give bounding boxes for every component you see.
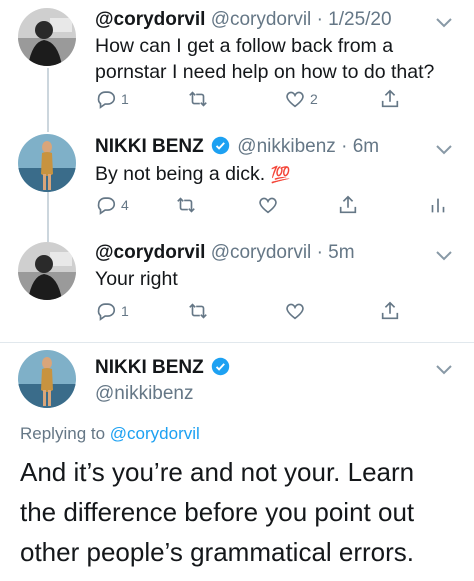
user-handle[interactable]: @nikkibenz — [237, 136, 336, 157]
tweet-text-line: the difference before you point out — [20, 497, 415, 527]
share-icon — [381, 89, 399, 108]
hundred-points-emoji: 💯 — [270, 167, 291, 184]
like-icon — [286, 303, 304, 320]
retweet-button[interactable] — [187, 299, 209, 323]
retweet-icon — [189, 91, 207, 107]
like-button[interactable] — [257, 193, 279, 217]
display-name[interactable]: @corydorvil — [95, 9, 205, 30]
chevron-down-icon[interactable] — [436, 18, 452, 28]
tweet-text-line: And it’s you’re and not your. Learn — [20, 457, 415, 487]
timestamp[interactable]: 5m — [328, 242, 354, 263]
user-handle[interactable]: @corydorvil — [211, 242, 312, 263]
focused-tweet: NIKKI BENZ @nikkibenz Replying to @coryd… — [0, 343, 474, 581]
separator-dot: · — [316, 9, 323, 30]
reply-count: 1 — [121, 91, 129, 107]
action-bar: 1 2 — [95, 87, 445, 111]
tweet-text-line: pornstar I need help on how to do that? — [95, 61, 435, 83]
reply-icon — [97, 197, 116, 215]
reply-icon — [97, 303, 116, 321]
verified-icon — [211, 357, 230, 376]
user-handle[interactable]: @corydorvil — [211, 9, 312, 30]
separator-dot: · — [316, 242, 323, 263]
display-name[interactable]: NIKKI BENZ — [95, 136, 204, 157]
share-button[interactable] — [379, 87, 401, 111]
replying-to-label: Replying to — [20, 424, 106, 443]
analytics-button[interactable] — [427, 193, 449, 217]
like-count: 2 — [310, 91, 318, 107]
replying-to: Replying to @corydorvil — [20, 424, 200, 444]
retweet-icon — [189, 303, 207, 319]
tweet-text-line: By not being a dick. — [95, 163, 266, 185]
share-icon — [381, 301, 399, 320]
avatar[interactable] — [18, 350, 76, 408]
avatar[interactable] — [18, 8, 76, 66]
like-icon — [286, 91, 304, 108]
display-name[interactable]: @corydorvil — [95, 242, 205, 263]
reply-button[interactable]: 1 — [95, 299, 129, 323]
tweet-text-line: How can I get a follow back from a — [95, 35, 394, 57]
avatar[interactable] — [18, 134, 76, 192]
reply-button[interactable]: 1 — [95, 87, 129, 111]
tweet-text-line: Your right — [95, 268, 178, 290]
timestamp[interactable]: 6m — [353, 136, 379, 157]
reply-count: 1 — [121, 303, 129, 319]
action-bar: 1 — [95, 299, 445, 323]
analytics-icon — [431, 198, 445, 213]
user-handle[interactable]: @nikkibenz — [95, 383, 194, 404]
replying-to-handle[interactable]: @corydorvil — [110, 424, 200, 443]
chevron-down-icon[interactable] — [436, 365, 452, 375]
share-button[interactable] — [337, 193, 359, 217]
reply-icon — [97, 91, 116, 109]
chevron-down-icon[interactable] — [436, 145, 452, 155]
reply-button[interactable]: 4 — [95, 193, 129, 217]
display-name[interactable]: NIKKI BENZ — [95, 357, 204, 378]
tweet[interactable]: @corydorvil @corydorvil · 5m Your right … — [0, 232, 474, 344]
tweet-text-line: other people’s grammatical errors. — [20, 537, 415, 567]
like-button[interactable]: 2 — [284, 87, 318, 111]
retweet-button[interactable] — [187, 87, 209, 111]
tweet-text: How can I get a follow back from a porns… — [95, 33, 434, 85]
retweet-button[interactable] — [175, 193, 197, 217]
tweet-text: Your right — [95, 266, 178, 292]
separator-dot: · — [341, 136, 348, 157]
tweet-text: By not being a dick. 💯 — [95, 161, 291, 189]
like-button[interactable] — [284, 299, 306, 323]
reply-count: 4 — [121, 197, 129, 213]
focused-tweet-text: And it’s you’re and not your. Learn the … — [20, 452, 460, 572]
retweet-icon — [177, 197, 195, 213]
like-icon — [259, 197, 277, 214]
share-icon — [339, 195, 357, 214]
action-bar: 4 — [95, 193, 445, 217]
verified-icon — [211, 136, 230, 155]
avatar[interactable] — [18, 242, 76, 300]
chevron-down-icon[interactable] — [436, 251, 452, 261]
tweet[interactable]: NIKKI BENZ @nikkibenz · 6m By not being … — [0, 126, 474, 242]
timestamp[interactable]: 1/25/20 — [328, 9, 391, 30]
tweet[interactable]: @corydorvil @corydorvil · 1/25/20 How ca… — [0, 0, 474, 136]
share-button[interactable] — [379, 299, 401, 323]
